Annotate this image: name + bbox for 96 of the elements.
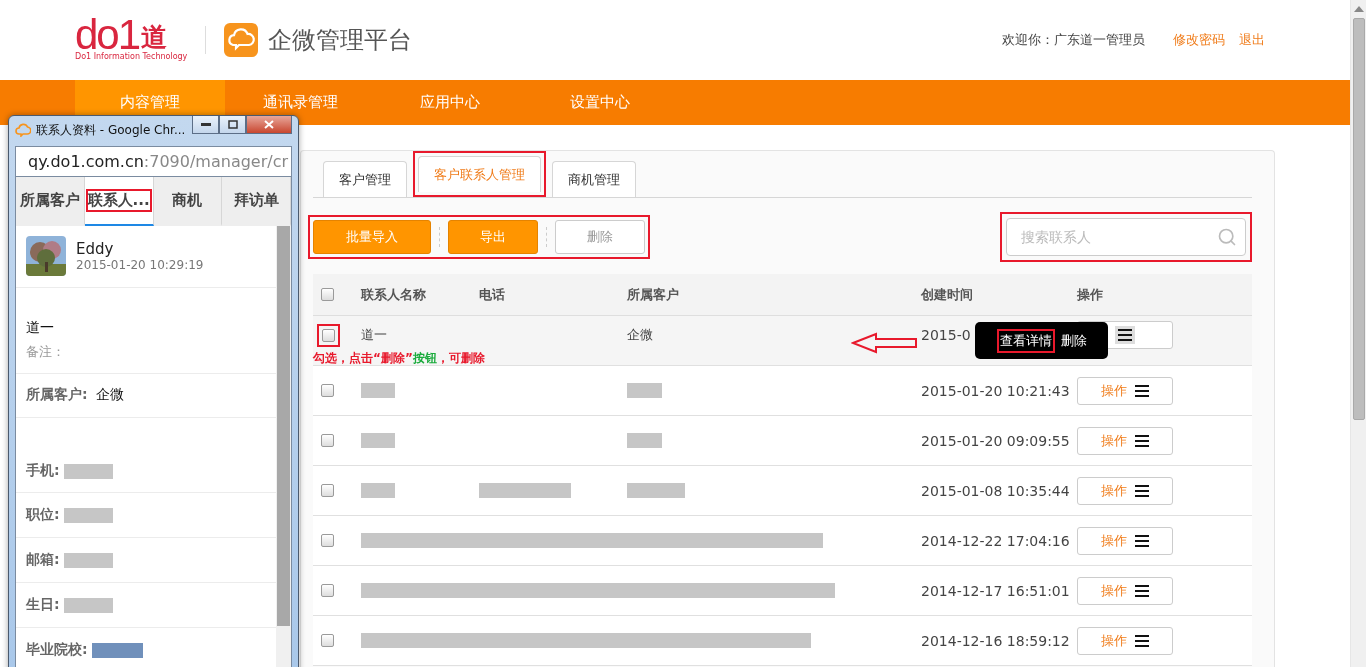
- created-time: 2014-12-22 17:04:16: [921, 532, 1070, 549]
- field-label: 职位:: [26, 506, 60, 525]
- checkbox[interactable]: [322, 328, 335, 342]
- header-link[interactable]: 修改密码: [1173, 31, 1225, 49]
- scrollbar-thumb[interactable]: [277, 226, 290, 626]
- created-time: 2015-01-08 10:35:44: [921, 482, 1070, 499]
- field-value: 企微: [95, 386, 124, 405]
- created-time: 2014-12-16 18:59:12: [921, 632, 1070, 649]
- checkbox[interactable]: [321, 434, 334, 447]
- action-button[interactable]: 操作: [1077, 426, 1173, 455]
- maximize-button[interactable]: [219, 116, 246, 134]
- company-logo: do1道 Do1 Information Technology: [75, 18, 188, 62]
- redaction-bar: [627, 383, 662, 398]
- checkbox[interactable]: [321, 634, 334, 647]
- checkbox[interactable]: [321, 384, 334, 397]
- redaction-bar: [63, 507, 113, 523]
- menu-icon: [1135, 384, 1149, 397]
- minimize-button[interactable]: [192, 116, 219, 134]
- annotation-arrow: [851, 332, 919, 354]
- tab[interactable]: 商机管理: [552, 161, 636, 197]
- menu-icon: [1118, 329, 1132, 341]
- redaction-bar: [361, 433, 395, 448]
- column-header: 操作: [1077, 285, 1103, 304]
- toolbar-button[interactable]: 导出: [448, 220, 538, 254]
- redaction-bar: [63, 597, 113, 613]
- header-link[interactable]: 退出: [1239, 31, 1265, 49]
- created-time: 2015-0: [921, 327, 971, 343]
- maximize-icon: [227, 120, 238, 129]
- scrollbar[interactable]: [1350, 0, 1366, 667]
- minimize-icon: [200, 122, 211, 127]
- action-button[interactable]: 操作: [1077, 376, 1173, 405]
- tab[interactable]: 客户联系人管理: [418, 156, 541, 192]
- popover-link[interactable]: 查看详情: [1000, 331, 1052, 350]
- field-label: 所属客户:: [26, 386, 88, 405]
- search-icon: [1217, 227, 1237, 247]
- scroll-up-icon[interactable]: [1353, 5, 1364, 13]
- field-label: 邮箱:: [26, 551, 60, 570]
- redaction-bar: [63, 552, 113, 568]
- redaction-bar: [627, 483, 685, 498]
- hint-text: ，可删除: [436, 351, 485, 365]
- action-button[interactable]: 操作: [1077, 576, 1173, 605]
- field-label: 生日:: [26, 596, 60, 615]
- created-time: 2015-01-20 09:09:55: [921, 432, 1070, 449]
- menu-icon: [1135, 584, 1149, 597]
- customer-name: 企微: [627, 326, 653, 344]
- tab[interactable]: 所属客户: [16, 177, 85, 226]
- hint-text: 按钮: [412, 351, 437, 365]
- remark-label: 备注：: [26, 342, 66, 361]
- checkbox[interactable]: [321, 584, 334, 597]
- field-label: 毕业院校:: [26, 641, 88, 660]
- toolbar-button[interactable]: 批量导入: [313, 220, 431, 254]
- hint-text: “删除”: [373, 351, 413, 365]
- display-name: 道一: [26, 318, 55, 337]
- tab[interactable]: 联系人...: [84, 177, 154, 226]
- created-time: 2015-01-20 10:21:43: [921, 382, 1070, 399]
- checkbox[interactable]: [321, 484, 334, 497]
- close-icon: [264, 120, 274, 129]
- search-field[interactable]: 搜索联系人: [1006, 218, 1246, 256]
- created-time: 2014-12-17 16:51:01: [921, 582, 1070, 599]
- nav-item[interactable]: 应用中心: [375, 80, 525, 125]
- nav-item[interactable]: 设置中心: [525, 80, 675, 125]
- welcome-text: 欢迎你：广东道一管理员: [1002, 31, 1145, 49]
- created-time: 2015-01-20 10:29:19: [76, 258, 204, 273]
- column-header: 创建时间: [921, 285, 973, 304]
- annotation-frame: 联系人...: [85, 189, 152, 212]
- popover-link[interactable]: 删除: [1061, 331, 1087, 350]
- action-button[interactable]: 操作: [1077, 476, 1173, 505]
- column-header: 所属客户: [627, 285, 679, 304]
- redaction-bar: [361, 483, 395, 498]
- scrollbar[interactable]: [276, 226, 291, 667]
- redaction-bar: [63, 463, 113, 479]
- action-button[interactable]: 操作: [1077, 626, 1173, 655]
- menu-icon: [1135, 534, 1149, 547]
- checkbox[interactable]: [321, 288, 334, 301]
- checkbox[interactable]: [321, 534, 334, 547]
- action-button[interactable]: 操作: [1077, 526, 1173, 555]
- column-header: 电话: [479, 285, 505, 304]
- menu-icon: [1135, 634, 1149, 647]
- app-title: 企微管理平台: [268, 25, 413, 56]
- redaction-bar: [627, 433, 662, 448]
- close-button[interactable]: [246, 116, 292, 134]
- hint-text: 勾选，点击: [313, 351, 373, 365]
- address-bar[interactable]: qy.do1.com.cn:7090/manager/cr: [15, 146, 292, 177]
- menu-icon: [1135, 434, 1149, 447]
- toolbar-button[interactable]: 删除: [555, 220, 645, 254]
- scrollbar-thumb[interactable]: [1352, 18, 1365, 420]
- tab[interactable]: 客户管理: [323, 161, 407, 197]
- cloud-app-icon: [224, 23, 259, 57]
- contact-name: 道一: [361, 326, 387, 344]
- cloud-icon: [15, 123, 31, 137]
- field-label: 手机:: [26, 462, 60, 481]
- column-header: 联系人名称: [361, 285, 426, 304]
- redaction-bar: [91, 642, 143, 658]
- contact-name: Eddy: [76, 240, 115, 259]
- redaction-bar: [361, 383, 395, 398]
- menu-icon: [1135, 484, 1149, 497]
